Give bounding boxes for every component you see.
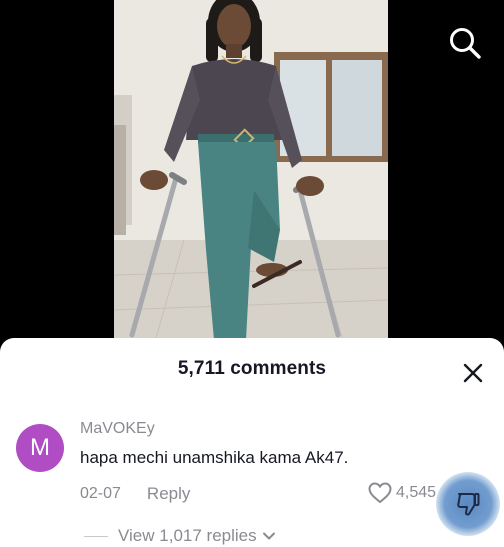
- comments-header: 5,711 comments: [0, 338, 504, 400]
- avatar[interactable]: M: [16, 424, 64, 472]
- like-count: 4,545: [396, 484, 437, 501]
- like-button[interactable]: 4,545: [368, 480, 436, 506]
- close-comments-button[interactable]: [458, 358, 488, 388]
- search-button[interactable]: [444, 22, 486, 64]
- view-replies-label: View 1,017 replies: [118, 526, 257, 545]
- video-player[interactable]: [114, 0, 388, 345]
- reply-button[interactable]: Reply: [147, 484, 190, 504]
- video-frame: [114, 0, 388, 345]
- heart-outline-icon: [368, 482, 392, 504]
- chevron-down-icon: [262, 531, 276, 541]
- dislike-button[interactable]: [436, 472, 500, 536]
- screen: 5,711 comments M MaVOKEy hapa mechi unam…: [0, 0, 504, 547]
- comments-sheet: 5,711 comments M MaVOKEy hapa mechi unam…: [0, 338, 504, 547]
- close-icon: [463, 363, 483, 383]
- thumbs-down-icon: [457, 493, 480, 516]
- comment-text: hapa mechi unamshika kama Ak47.: [80, 448, 349, 467]
- replies-divider: [84, 535, 108, 537]
- search-icon: [450, 28, 481, 59]
- comment-count-title: 5,711 comments: [177, 358, 327, 379]
- comment-date: 02-07: [80, 485, 121, 502]
- comment-username[interactable]: MaVOKEy: [80, 420, 155, 438]
- view-replies-button[interactable]: View 1,017 replies: [84, 524, 276, 547]
- comment-meta: 02-07 Reply: [80, 482, 190, 506]
